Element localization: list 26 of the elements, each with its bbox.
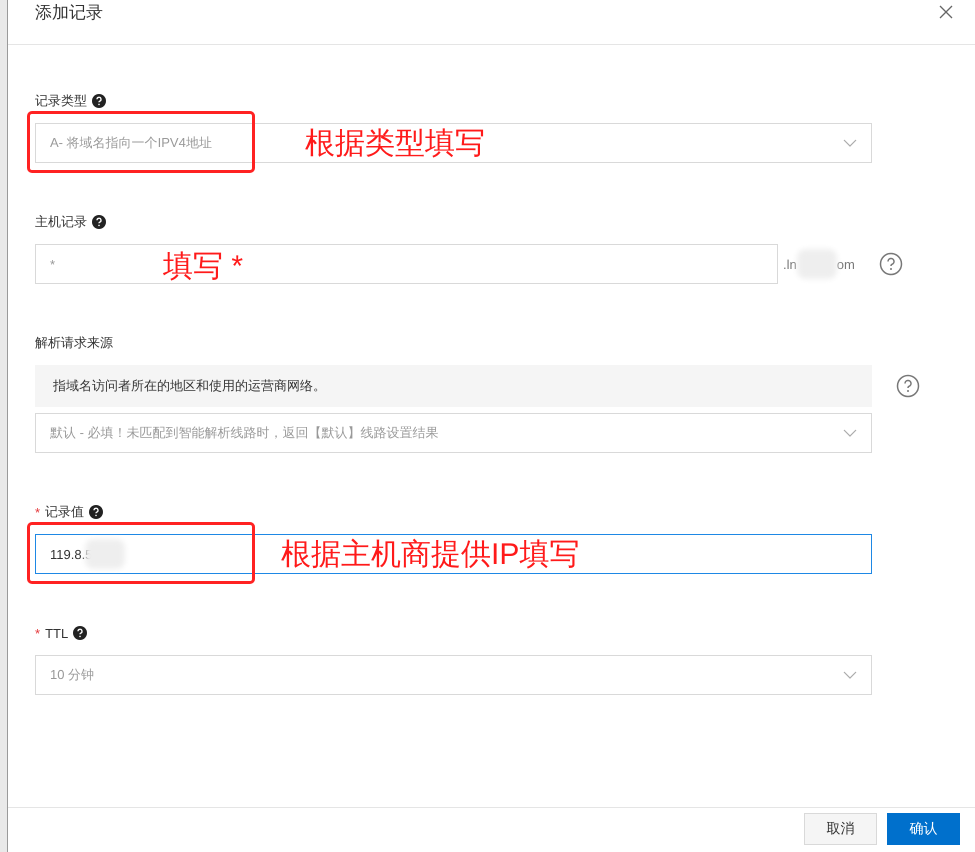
field-label: 记录类型 — [35, 92, 87, 110]
annotation-text: 根据类型填写 — [305, 126, 485, 162]
field-label: 记录值 — [45, 503, 84, 521]
field-label: 解析请求来源 — [35, 334, 113, 352]
required-mark: * — [35, 626, 40, 640]
field-label: 主机记录 — [35, 213, 87, 231]
help-icon[interactable] — [92, 94, 106, 108]
help-icon[interactable] — [92, 215, 106, 229]
help-icon[interactable] — [89, 505, 104, 519]
info-banner: 指域名访问者所在的地区和使用的运营商网络。 — [35, 365, 872, 407]
annotation-text: 根据主机商提供IP填写 — [281, 537, 580, 573]
chevron-down-icon — [843, 429, 857, 437]
cancel-button[interactable]: 取消 — [804, 813, 877, 845]
domain-suffix: .ln — [783, 256, 797, 272]
required-mark: * — [35, 504, 40, 520]
chevron-down-icon — [843, 671, 857, 679]
field-label: TTL — [45, 626, 68, 640]
close-icon[interactable] — [939, 5, 953, 19]
dialog-title: 添加记录 — [35, 2, 103, 24]
chevron-down-icon — [843, 139, 857, 147]
confirm-button[interactable]: 确认 — [887, 813, 960, 845]
domain-suffix: om — [836, 256, 855, 272]
select-field[interactable]: 默认 - 必填！未匹配到智能解析线路时，返回【默认】线路设置结果 — [35, 413, 872, 453]
select-field[interactable]: 10 分钟 — [35, 655, 872, 695]
annotation-text: 填写 * — [163, 249, 244, 285]
help-icon[interactable] — [73, 626, 88, 640]
